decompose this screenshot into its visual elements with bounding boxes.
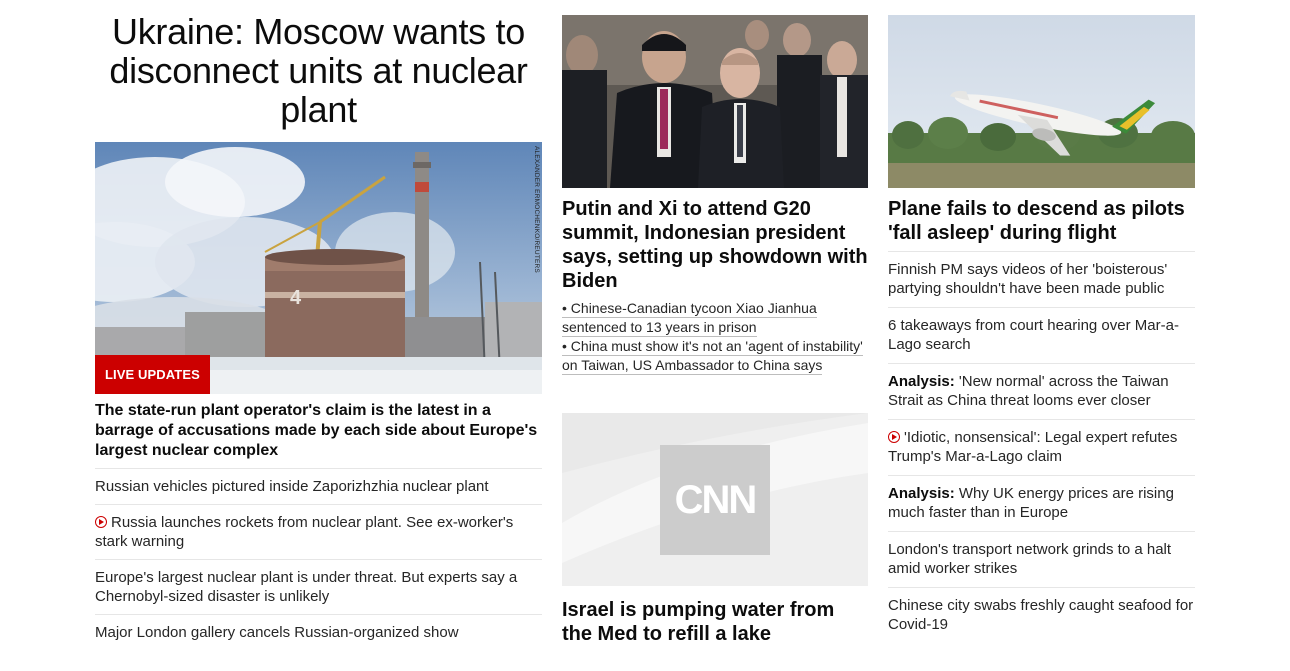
bullet-link[interactable]: • Chinese-Canadian tycoon Xiao Jianhua s…: [562, 299, 868, 337]
card-title[interactable]: Plane fails to descend as pilots 'fall a…: [888, 197, 1195, 245]
bullet-text: • Chinese-Canadian tycoon Xiao Jianhua s…: [562, 300, 817, 337]
related-links-list: Russian vehicles pictured inside Zaporiz…: [95, 468, 542, 650]
cnn-placeholder-thumb[interactable]: CNN: [562, 413, 868, 586]
link-text: Europe's largest nuclear plant is under …: [95, 569, 518, 605]
link-text: 'Idiotic, nonsensical': Legal expert ref…: [888, 429, 1178, 465]
list-item[interactable]: Chinese city swabs freshly caught seafoo…: [888, 587, 1195, 643]
lead-summary[interactable]: The state-run plant operator's claim is …: [95, 401, 542, 461]
bullet-link[interactable]: • China must show it's not an 'agent of …: [562, 337, 868, 375]
list-item[interactable]: Finnish PM says videos of her 'boisterou…: [888, 251, 1195, 307]
list-item[interactable]: Analysis: 'New normal' across the Taiwan…: [888, 363, 1195, 419]
top-story-column: Ukraine: Moscow wants to disconnect unit…: [95, 12, 542, 641]
card-title[interactable]: Putin and Xi to attend G20 summit, Indon…: [562, 197, 868, 293]
link-text: Chinese city swabs freshly caught seafoo…: [888, 597, 1194, 633]
middle-column: Putin and Xi to attend G20 summit, Indon…: [562, 15, 868, 645]
list-item[interactable]: Analysis: Why UK energy prices are risin…: [888, 475, 1195, 531]
list-item[interactable]: 6 takeaways from court hearing over Mar-…: [888, 307, 1195, 363]
card-title[interactable]: Israel is pumping water from the Med to …: [562, 598, 868, 646]
link-text: London's transport network grinds to a h…: [888, 541, 1172, 577]
analysis-label: Analysis:: [888, 373, 955, 390]
story-card: CNN Israel is pumping water from the Med…: [562, 413, 868, 652]
list-item[interactable]: 'Idiotic, nonsensical': Legal expert ref…: [888, 419, 1195, 475]
play-video-icon: [888, 431, 900, 443]
bullet-links: • Chinese-Canadian tycoon Xiao Jianhua s…: [562, 299, 868, 375]
headline-list: Finnish PM says videos of her 'boisterou…: [888, 251, 1195, 643]
link-text: Russia launches rockets from nuclear pla…: [95, 514, 514, 550]
link-text: Finnish PM says videos of her 'boisterou…: [888, 261, 1168, 297]
list-item[interactable]: Europe's largest nuclear plant is under …: [95, 559, 542, 614]
reactor-number: 4: [290, 287, 302, 309]
cnn-logo: CNN: [674, 477, 758, 522]
putin-xi-photo[interactable]: [562, 15, 868, 188]
list-item[interactable]: Russian vehicles pictured inside Zaporiz…: [95, 468, 542, 504]
plane-image: [888, 15, 1195, 188]
list-item[interactable]: London's transport network grinds to a h…: [888, 531, 1195, 587]
story-card: Putin and Xi to attend G20 summit, Indon…: [562, 15, 868, 375]
photo-credit: ALEXANDER ERMOCHENKO/REUTERS: [533, 146, 540, 273]
link-text: Russian vehicles pictured inside Zaporiz…: [95, 478, 489, 495]
right-column: Plane fails to descend as pilots 'fall a…: [888, 15, 1195, 643]
list-item[interactable]: Major London gallery cancels Russian-org…: [95, 614, 542, 650]
bullet-text: • China must show it's not an 'agent of …: [562, 338, 863, 375]
live-updates-badge[interactable]: LIVE UPDATES: [95, 355, 210, 394]
main-headline[interactable]: Ukraine: Moscow wants to disconnect unit…: [95, 12, 542, 129]
analysis-label: Analysis:: [888, 485, 955, 502]
link-text: Major London gallery cancels Russian-org…: [95, 624, 459, 641]
nuclear-plant-photo[interactable]: 4 ALEXANDER ERMOCHENKO/REUTERS LIVE UPDA…: [95, 142, 542, 394]
plane-photo[interactable]: [888, 15, 1195, 188]
play-video-icon: [95, 516, 107, 528]
putin-xi-image: [562, 15, 868, 188]
link-text: 6 takeaways from court hearing over Mar-…: [888, 317, 1179, 353]
list-item[interactable]: Russia launches rockets from nuclear pla…: [95, 504, 542, 559]
